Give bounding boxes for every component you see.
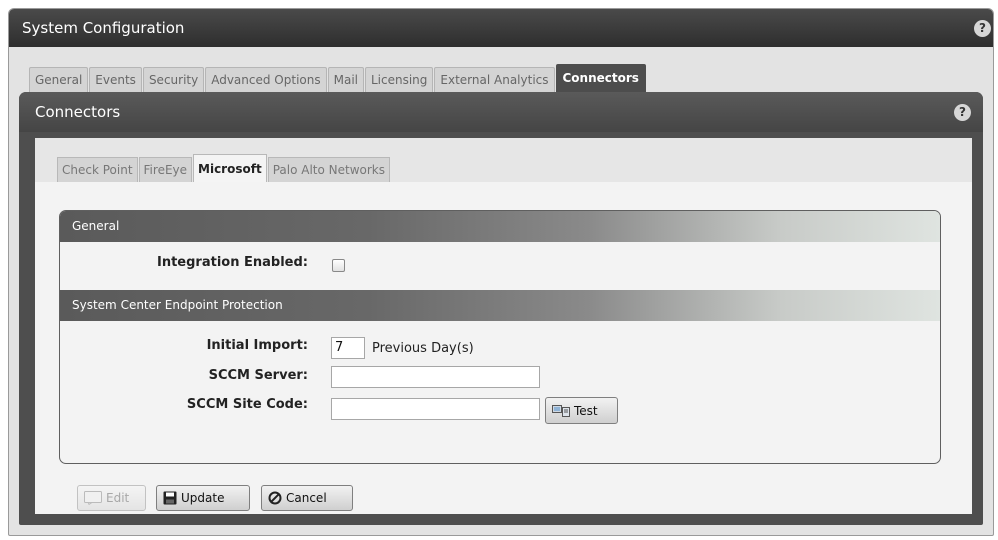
panel-help-icon[interactable]: ? [954,104,971,121]
initial-import-input[interactable]: 7 [331,337,365,359]
main-tab-bar: General Events Security Advanced Options… [29,63,647,92]
tab-mail[interactable]: Mail [327,67,364,92]
scep-section-heading: System Center Endpoint Protection [60,290,940,321]
sccm-site-code-row: SCCM Site Code: [60,397,308,421]
tab-external-analytics[interactable]: External Analytics [434,67,555,92]
initial-import-label: Initial Import: [206,338,308,353]
update-button-label: Update [181,491,225,505]
save-icon [163,491,177,505]
window-title: System Configuration [22,19,185,37]
tab-licensing[interactable]: Licensing [364,67,434,92]
connector-tab-bar: Check Point FireEye Microsoft Palo Alto … [57,152,391,183]
edit-button-label: Edit [106,491,130,505]
tab-connectors[interactable]: Connectors [555,64,646,92]
tab-advanced-options[interactable]: Advanced Options [205,67,327,92]
update-button[interactable]: Update [156,485,250,511]
test-button-label: Test [574,403,598,418]
test-connection-icon [552,405,570,417]
initial-import-row: Initial Import: [60,338,308,362]
general-section-heading: General [60,211,940,242]
cancel-button-label: Cancel [286,491,327,505]
sccm-server-input[interactable] [331,366,540,388]
tab-fireeye[interactable]: FireEye [138,157,193,183]
connectors-panel: Connectors ? Check Point FireEye Microso… [19,92,983,525]
edit-button[interactable]: Edit [77,485,146,511]
initial-import-suffix: Previous Day(s) [372,341,474,356]
sccm-server-row: SCCM Server: [60,368,308,392]
cancel-icon [268,491,282,505]
integration-row: Integration Enabled: [60,255,308,279]
edit-icon [84,491,102,505]
help-icon[interactable]: ? [974,20,991,37]
tab-events[interactable]: Events [89,67,142,92]
connectors-inner-area: Check Point FireEye Microsoft Palo Alto … [35,138,972,514]
test-button[interactable]: Test [545,397,618,424]
sccm-site-code-input[interactable] [331,398,540,420]
integration-enabled-label: Integration Enabled: [157,255,308,270]
tab-check-point[interactable]: Check Point [57,157,138,183]
sccm-server-label: SCCM Server: [208,368,308,383]
panel-title: Connectors [35,103,121,121]
sccm-site-code-label: SCCM Site Code: [186,397,308,412]
connector-settings-group: General Integration Enabled: System Cent… [59,210,941,464]
integration-enabled-checkbox[interactable] [332,259,345,272]
window-title-bar: System Configuration ? [9,9,993,47]
cancel-button[interactable]: Cancel [261,485,353,511]
microsoft-connector-content: General Integration Enabled: System Cent… [35,182,972,514]
panel-title-bar: Connectors ? [19,92,983,132]
tab-palo-alto-networks[interactable]: Palo Alto Networks [267,157,391,183]
tab-microsoft[interactable]: Microsoft [193,154,267,183]
tab-general[interactable]: General [29,67,89,92]
tab-security[interactable]: Security [142,67,205,92]
